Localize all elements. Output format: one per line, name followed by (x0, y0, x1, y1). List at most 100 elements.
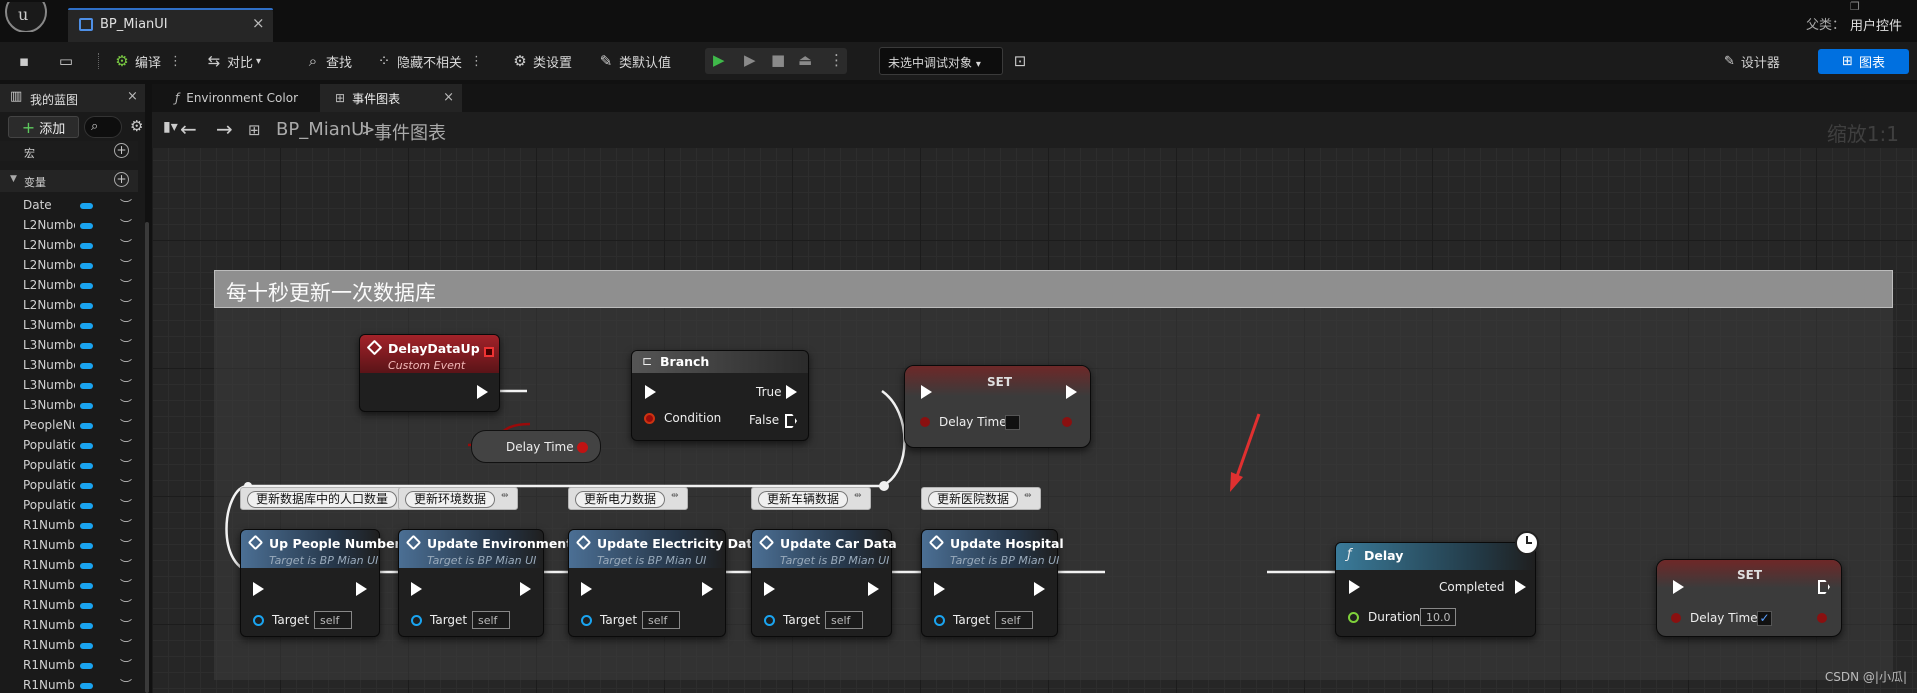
target-self-input[interactable]: self (825, 611, 863, 629)
function-call-node[interactable]: Update Car Data Target is BP Mian UI Targe… (751, 529, 897, 637)
compile-options-icon[interactable]: ⋮ (169, 54, 182, 69)
comment-bubble[interactable]: 更新环境数据 ⇹ (398, 487, 518, 510)
target-pin[interactable] (581, 615, 592, 626)
exec-in-pin[interactable] (411, 582, 422, 596)
search-input[interactable]: ⌕ (84, 116, 122, 138)
tab-event-graph[interactable]: ⊞ 事件图表 × (320, 84, 462, 112)
pin-bubble-icon[interactable]: ⇹ (1024, 491, 1032, 501)
duration-input[interactable]: 10.0 (1420, 608, 1456, 626)
variable-item[interactable]: R1Numbe ︶ (0, 656, 138, 676)
variable-item[interactable]: Populatio ︶ (0, 436, 138, 456)
eye-closed-icon[interactable]: ︶ (120, 656, 132, 673)
pin-bubble-icon[interactable]: ⇹ (854, 491, 862, 501)
variable-item[interactable]: R1Numbe ︶ (0, 576, 138, 596)
comment-bubble[interactable]: 更新数据库中的人口数量⇹ (240, 487, 420, 510)
target-self-input[interactable]: self (314, 611, 352, 629)
eye-closed-icon[interactable]: ︶ (120, 196, 132, 213)
eye-closed-icon[interactable]: ︶ (120, 616, 132, 633)
event-graph-canvas[interactable]: ▮▾ ← → ⊞ BP_MianUI > 事件图表 缩放1:1 每十秒更新一次数… (152, 112, 1917, 693)
value-in-pin[interactable] (1671, 613, 1681, 623)
designer-mode-button[interactable]: ✎ 设计器 (1724, 49, 1780, 73)
eye-closed-icon[interactable]: ︶ (120, 436, 132, 453)
exec-out-pin[interactable] (1034, 582, 1045, 596)
variable-item[interactable]: R1Numbe ︶ (0, 556, 138, 576)
find-button[interactable]: ⌕ 查找 (305, 42, 352, 80)
eye-closed-icon[interactable]: ︶ (120, 636, 132, 653)
function-call-node[interactable]: Update Hospital Target is BP Mian UI Targe… (921, 529, 1064, 637)
exec-in-pin[interactable] (934, 582, 945, 596)
eye-closed-icon[interactable]: ︶ (120, 276, 132, 293)
exec-in-pin[interactable] (1673, 580, 1684, 594)
play-options-icon[interactable]: ⋮ (829, 51, 844, 69)
eye-closed-icon[interactable]: ︶ (120, 456, 132, 473)
left-panel-scrollbar[interactable] (145, 222, 149, 693)
eye-closed-icon[interactable]: ︶ (120, 676, 132, 693)
window-restore-icon[interactable]: ❐ (1850, 0, 1860, 13)
exec-in-pin[interactable] (1349, 580, 1360, 594)
delay-node[interactable]: ƒ Delay Completed Duration 10.0 (1335, 531, 1539, 637)
delay-time-getter-node[interactable]: Delay Time (471, 430, 601, 463)
eye-closed-icon[interactable]: ︶ (120, 256, 132, 273)
my-blueprint-tab[interactable]: ▥ 我的蓝图 × (0, 84, 145, 112)
macro-section[interactable]: 宏 + (0, 141, 138, 161)
save-button[interactable]: ▪ (16, 42, 37, 80)
bool-checkbox-checked[interactable]: ✓ (1757, 611, 1772, 626)
comment-bubble[interactable]: 更新医院数据 ⇹ (921, 487, 1041, 510)
comment-bubble[interactable]: 更新车辆数据 ⇹ (751, 487, 871, 510)
false-exec-pin[interactable] (785, 414, 797, 428)
target-pin[interactable] (764, 615, 775, 626)
variable-item[interactable]: Populatio ︶ (0, 456, 138, 476)
reroute-knot[interactable] (879, 481, 889, 491)
completed-exec-pin[interactable] (1515, 580, 1526, 594)
play-icon[interactable]: ▶ (713, 51, 725, 69)
variable-item[interactable]: L2Numbe ︶ (0, 276, 138, 296)
variable-item[interactable]: L3Numbe ︶ (0, 356, 138, 376)
target-pin[interactable] (934, 615, 945, 626)
add-macro-icon[interactable]: + (114, 143, 129, 158)
add-button[interactable]: + 添加 (8, 116, 79, 138)
custom-event-node[interactable]: DelayDataUp Custom Event (359, 334, 500, 412)
exec-out-pin[interactable] (356, 582, 367, 596)
target-self-input[interactable]: self (472, 611, 510, 629)
eye-closed-icon[interactable]: ︶ (120, 576, 132, 593)
eye-closed-icon[interactable]: ︶ (120, 356, 132, 373)
settings-gear-icon[interactable]: ⚙ (130, 117, 143, 135)
exec-out-pin[interactable] (868, 582, 879, 596)
eye-closed-icon[interactable]: ︶ (120, 476, 132, 493)
eye-closed-icon[interactable]: ︶ (120, 496, 132, 513)
debug-filter-button[interactable]: ⊡ (1012, 42, 1033, 80)
value-out-pin[interactable] (1817, 613, 1827, 623)
step-icon[interactable]: ▶ (744, 51, 756, 69)
eye-closed-icon[interactable]: ︶ (120, 376, 132, 393)
exec-in-pin[interactable] (253, 582, 264, 596)
exec-out-pin[interactable] (477, 385, 488, 399)
eye-closed-icon[interactable]: ︶ (120, 596, 132, 613)
variable-item[interactable]: R1Numbe ︶ (0, 596, 138, 616)
variable-item[interactable]: L2Numbe ︶ (0, 236, 138, 256)
delegate-pin[interactable] (484, 347, 494, 357)
variable-item[interactable]: R1Numbe ︶ (0, 676, 138, 693)
duration-pin[interactable] (1348, 612, 1359, 623)
variable-item[interactable]: L2Numbe ︶ (0, 216, 138, 236)
pin-bubble-icon[interactable]: ⇹ (501, 491, 509, 501)
branch-node[interactable]: ⊏ Branch True Condition False (631, 350, 809, 441)
eye-closed-icon[interactable]: ︶ (120, 216, 132, 233)
target-self-input[interactable]: self (642, 611, 680, 629)
debug-target-select[interactable]: 未选中调试对象 ▾ (879, 47, 1003, 75)
eye-closed-icon[interactable]: ︶ (120, 396, 132, 413)
value-out-pin[interactable] (1062, 417, 1072, 427)
eye-closed-icon[interactable]: ︶ (120, 316, 132, 333)
document-tab[interactable]: BP_MianUI × (68, 8, 273, 42)
variable-item[interactable]: Populatio ︶ (0, 476, 138, 496)
unreal-logo-icon[interactable]: u (4, 2, 48, 32)
target-self-input[interactable]: self (995, 611, 1033, 629)
variables-section[interactable]: ▼ 变量 + (0, 170, 138, 192)
exec-out-pin[interactable] (702, 582, 713, 596)
close-panel-icon[interactable]: × (127, 89, 138, 104)
variable-item[interactable]: R1Numbe ︶ (0, 536, 138, 556)
condition-pin[interactable] (644, 413, 655, 424)
compile-button[interactable]: ⚙ 编译 ⋮ (114, 42, 182, 80)
function-call-node[interactable]: Update Environment Target is BP Mian UI Ta… (398, 529, 572, 637)
variable-item[interactable]: R1Numbe ︶ (0, 516, 138, 536)
value-out-pin[interactable] (577, 442, 588, 453)
